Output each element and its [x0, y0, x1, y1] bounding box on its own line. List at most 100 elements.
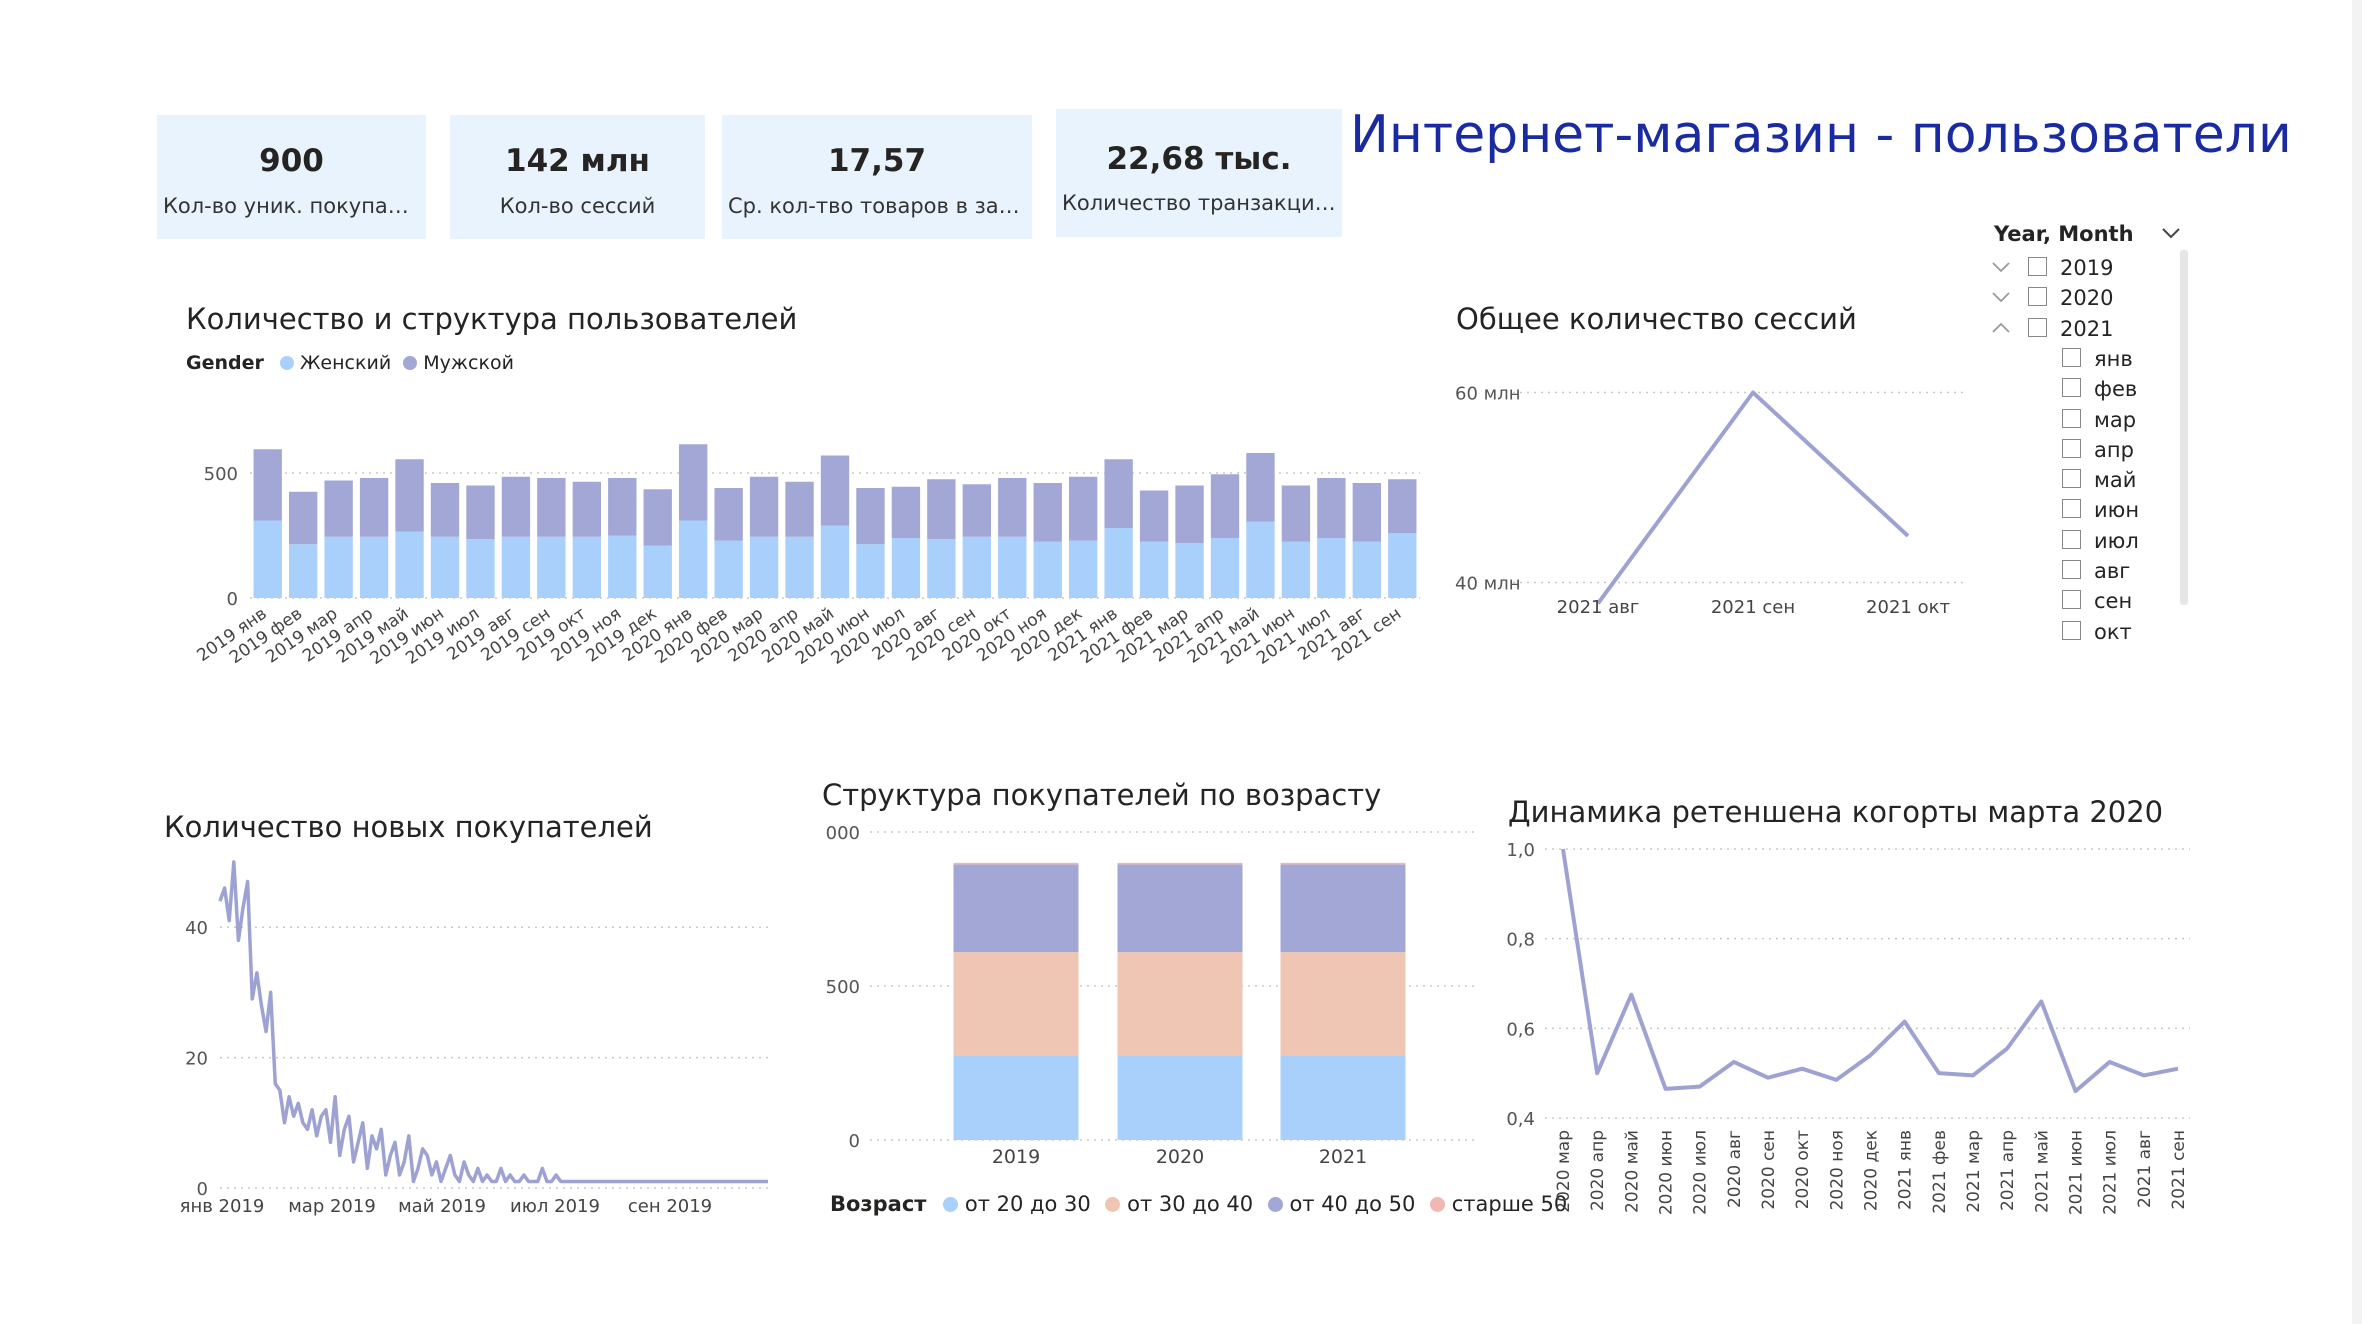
slicer-month-label: июл [2094, 528, 2139, 553]
bar-segment [1280, 864, 1406, 953]
slicer-scrollbar[interactable] [2180, 250, 2188, 605]
chevron-down-icon[interactable] [1990, 260, 2012, 274]
legend-label-female: Женский [299, 352, 392, 374]
bar-female [785, 536, 814, 598]
users-chart-legend: Gender Женский Мужской [186, 352, 514, 374]
bar-male [395, 459, 424, 532]
bar-female [714, 540, 743, 598]
legend-dot-female [279, 356, 294, 370]
bar-male [1352, 483, 1381, 542]
checkbox[interactable] [2062, 499, 2081, 519]
checkbox[interactable] [2062, 347, 2081, 367]
bar-segment [1117, 862, 1243, 865]
bar-male [998, 478, 1027, 537]
legend-dot-male [403, 356, 418, 370]
y-tick-label: 0 [849, 1131, 860, 1152]
slicer-year-label: 2020 [2060, 286, 2114, 311]
checkbox[interactable] [2028, 287, 2047, 307]
kpi-card-unique-buyers[interactable]: 900 Кол-во уник. покупателей [157, 115, 426, 239]
retention-chart: 0,4 0,6 0,8 1,0 2020 мар 2020 апр 2020 май 2020… [1506, 840, 2190, 1215]
slicer-month-label: янв [2094, 346, 2133, 371]
users-chart: 05002019 янв2019 фев2019 мар2019 апр2019… [194, 444, 1420, 669]
bar-segment [1117, 952, 1243, 1056]
slicer-month-label: май [2094, 468, 2137, 493]
slicer-month-label: авг [2094, 559, 2131, 583]
kpi-label: Количество транзакций И... [1062, 191, 1336, 215]
bar-female [1069, 540, 1098, 598]
bar-female [466, 539, 495, 598]
legend-label-male: Мужской [423, 352, 514, 374]
legend-dot-over-50 [1430, 1197, 1446, 1212]
slicer-month-label: апр [2094, 437, 2134, 462]
x-tick-label: 2021 июл [2101, 1130, 2121, 1215]
checkbox[interactable] [2028, 257, 2047, 276]
bar-female [395, 531, 424, 598]
x-tick-label: 2020 ноя [1827, 1130, 1847, 1210]
bar-female [1281, 541, 1311, 598]
age-chart-legend: Возраст от 20 до 30 от 30 до 40 от 40 до… [830, 1192, 1567, 1216]
kpi-card-transactions[interactable]: 22,68 тыс. Количество транзакций И... [1056, 109, 1342, 237]
bar-female [1246, 521, 1275, 598]
y-tick-label: 500 [826, 977, 860, 998]
bar-female [856, 544, 885, 598]
bar-male [1175, 485, 1204, 543]
checkbox[interactable] [2062, 620, 2081, 640]
x-tick-label: 2021 авг [1557, 597, 1640, 618]
bar-segment [1280, 952, 1406, 1056]
bar-male [1388, 479, 1417, 533]
checkbox[interactable] [2062, 560, 2081, 579]
legend-dot-20-30 [943, 1197, 959, 1212]
bar-male [466, 485, 495, 540]
x-tick-label: 2020 апр [1588, 1130, 1608, 1211]
chevron-up-icon[interactable] [1990, 321, 2012, 335]
checkbox[interactable] [2062, 590, 2081, 610]
x-tick-label: 2021 [1319, 1146, 1367, 1168]
y-tick-label: 40 [185, 918, 208, 939]
checkbox[interactable] [2062, 469, 2081, 489]
bar-male [1104, 459, 1133, 528]
bar-female [324, 536, 353, 598]
x-tick-label: 2020 май [1622, 1130, 1642, 1213]
kpi-card-avg-items[interactable]: 17,57 Ср. кол-тво товаров в заказ... [722, 115, 1032, 239]
checkbox[interactable] [2028, 317, 2047, 337]
legend-title: Gender [186, 352, 264, 374]
x-tick-label: 2021 сен [2169, 1130, 2189, 1210]
bar-male [785, 481, 814, 537]
new-buyers-chart: 02040янв 2019 мар 2019 май 2019 июл 2019 сен… [180, 860, 770, 1217]
x-tick-label: 2021 мар [1964, 1130, 1984, 1213]
bar-female [749, 536, 779, 598]
x-tick-label: май 2019 [398, 1196, 486, 1217]
slicer-dropdown-chevron-icon[interactable] [2160, 224, 2182, 242]
bar-male [608, 478, 637, 536]
bar-male [820, 455, 850, 526]
new-buyers-line [218, 860, 768, 1184]
y-tick-label: 0,8 [1506, 930, 1535, 951]
checkbox[interactable] [2062, 438, 2081, 458]
checkbox[interactable] [2062, 408, 2081, 428]
x-tick-label: мар 2019 [288, 1196, 376, 1217]
legend-dot-40-50 [1267, 1197, 1283, 1212]
chevron-down-icon[interactable] [1990, 290, 2012, 304]
x-tick-label: сен 2019 [628, 1196, 712, 1217]
bar-female [1317, 538, 1346, 598]
checkbox[interactable] [2062, 529, 2081, 549]
legend-label-30-40: от 30 до 40 [1127, 1192, 1254, 1216]
x-tick-label: 2021 янв [1896, 1130, 1916, 1210]
bar-male [253, 449, 282, 521]
kpi-card-sessions[interactable]: 142 млн Кол-во сессий [450, 115, 705, 239]
kpi-label: Кол-во сессий [499, 194, 656, 218]
y-tick-label: 0,4 [1506, 1109, 1535, 1130]
kpi-label: Ср. кол-тво товаров в заказ... [728, 194, 1026, 218]
kpi-value: 900 [259, 143, 324, 179]
bar-female [1104, 528, 1133, 598]
bar-female [537, 536, 566, 598]
x-tick-label: 2020 мар [1554, 1130, 1574, 1213]
x-tick-label: 2021 фев [1930, 1130, 1950, 1214]
x-tick-label: 2020 дек [1862, 1130, 1882, 1211]
bar-male [1069, 476, 1098, 541]
checkbox[interactable] [2062, 378, 2081, 398]
x-tick-label: июл 2019 [510, 1196, 600, 1217]
y-tick-label: 40 млн [1455, 574, 1520, 595]
bar-female [572, 536, 601, 598]
x-tick-label: 2020 окт [1793, 1130, 1813, 1209]
